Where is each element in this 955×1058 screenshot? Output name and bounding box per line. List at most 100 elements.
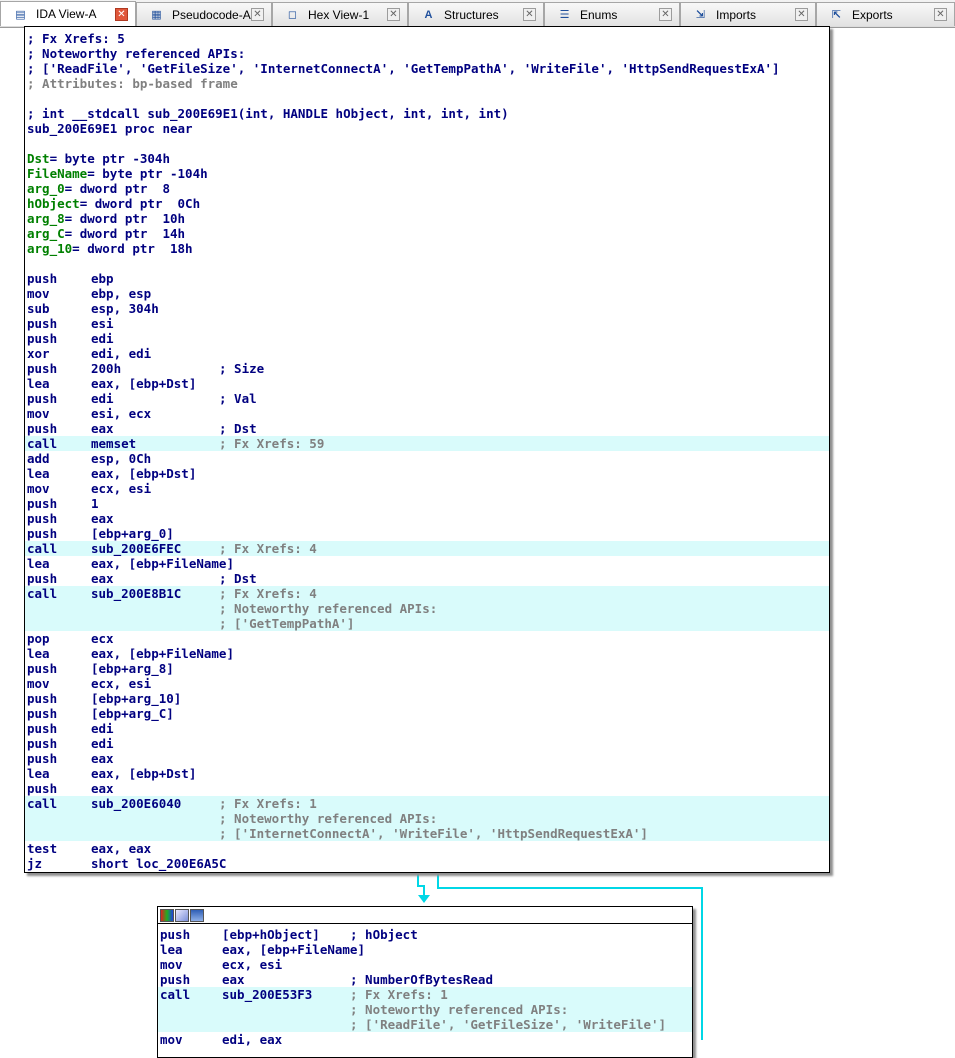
instruction-row[interactable]: sub esp, 304h <box>25 301 829 316</box>
tab-imports[interactable]: ⇲ Imports ✕ <box>680 2 816 26</box>
instruction-row[interactable]: push edi <box>25 721 829 736</box>
instruction-row[interactable]: push edi <box>25 331 829 346</box>
instruction-row[interactable]: push 1 <box>25 496 829 511</box>
instruction-row[interactable]: push eax ; NumberOfBytesRead <box>158 972 692 987</box>
tab-enums[interactable]: ☰ Enums ✕ <box>544 2 680 26</box>
instruction-row[interactable]: ; ['GetTempPathA'] <box>25 616 829 631</box>
operands: eax <box>91 781 114 796</box>
tab-ida-view-a[interactable]: ▤ IDA View-A ✕ <box>0 1 136 26</box>
graph-node-sub-200e69e1[interactable]: ; Fx Xrefs: 5; Noteworthy referenced API… <box>24 26 830 873</box>
operands: ecx <box>91 631 114 646</box>
operands: eax, eax <box>91 841 152 856</box>
tab-structures[interactable]: A Structures ✕ <box>408 2 544 26</box>
mnemonic: push <box>27 706 58 721</box>
instruction-row[interactable]: lea eax, [ebp+Dst] <box>25 376 829 391</box>
mnemonic: xor <box>27 346 50 361</box>
instruction-row[interactable]: push [ebp+arg_C] <box>25 706 829 721</box>
instruction-row[interactable]: ; Noteworthy referenced APIs: <box>25 601 829 616</box>
mnemonic: push <box>27 421 58 436</box>
mnemonic: lea <box>27 766 50 781</box>
operands: esp, 0Ch <box>91 451 152 466</box>
instruction-row[interactable]: ; Noteworthy referenced APIs: <box>158 1002 692 1017</box>
color-palette-icon[interactable] <box>160 908 174 922</box>
instruction-row[interactable]: call sub_200E53F3 ; Fx Xrefs: 1 <box>158 987 692 1002</box>
instruction-row[interactable]: lea eax, [ebp+Dst] <box>25 766 829 781</box>
instruction-row[interactable]: lea eax, [ebp+Dst] <box>25 466 829 481</box>
instruction-row[interactable]: mov ecx, esi <box>158 957 692 972</box>
instruction-row[interactable]: push eax <box>25 751 829 766</box>
tab-label: IDA View-A <box>36 7 97 21</box>
operands: esp, 304h <box>91 301 159 316</box>
mnemonic: push <box>160 972 191 987</box>
instruction-row[interactable]: push esi <box>25 316 829 331</box>
instruction-row[interactable]: mov esi, ecx <box>25 406 829 421</box>
graph-node-next-block[interactable]: push [ebp+hObject] ; hObject lea eax, [ebp+F… <box>157 906 693 1058</box>
graph-view-icon[interactable] <box>190 908 204 922</box>
instruction-row[interactable]: push edi <box>25 736 829 751</box>
instruction-row[interactable]: push eax <box>25 781 829 796</box>
mnemonic: call <box>27 586 58 601</box>
operands: ecx, esi <box>91 676 152 691</box>
operands: [ebp+arg_C] <box>91 706 174 721</box>
mnemonic: call <box>27 796 58 811</box>
stack-var-def: = dword ptr 14h <box>64 226 186 241</box>
operands: sub_200E6040 <box>91 796 182 811</box>
instruction-row[interactable]: mov ebp, esp <box>25 286 829 301</box>
instruction-row[interactable]: push [ebp+arg_10] <box>25 691 829 706</box>
instruction-row[interactable]: mov ecx, esi <box>25 481 829 496</box>
instruction-row[interactable]: test eax, eax <box>25 841 829 856</box>
instruction-row[interactable]: ; ['InternetConnectA', 'WriteFile', 'Htt… <box>25 826 829 841</box>
mnemonic: push <box>27 661 58 676</box>
instruction-row[interactable]: push [ebp+arg_8] <box>25 661 829 676</box>
graph-edge-true <box>437 887 703 889</box>
instruction-row[interactable]: call sub_200E6FEC ; Fx Xrefs: 4 <box>25 541 829 556</box>
instruction-row[interactable]: jz short loc_200E6A5C <box>25 856 829 871</box>
mnemonic: push <box>160 927 191 942</box>
mnemonic: push <box>27 391 58 406</box>
instruction-row[interactable]: push [ebp+arg_0] <box>25 526 829 541</box>
close-icon[interactable]: ✕ <box>659 8 672 21</box>
close-icon[interactable]: ✕ <box>251 8 264 21</box>
instruction-row[interactable]: call sub_200E6040 ; Fx Xrefs: 1 <box>25 796 829 811</box>
comment: ; Noteworthy referenced APIs: <box>219 601 438 616</box>
operands: eax, [ebp+FileName] <box>91 646 234 661</box>
instruction-row[interactable]: push 200h ; Size <box>25 361 829 376</box>
comment: ; Fx Xrefs: 4 <box>219 541 317 556</box>
operands: ecx, esi <box>91 481 152 496</box>
close-icon[interactable]: ✕ <box>795 8 808 21</box>
instruction-row[interactable]: lea eax, [ebp+FileName] <box>25 646 829 661</box>
instruction-row[interactable]: push eax <box>25 511 829 526</box>
instruction-row[interactable]: push eax ; Dst <box>25 421 829 436</box>
mnemonic: push <box>27 511 58 526</box>
operands: edi, edi <box>91 346 152 361</box>
instruction-row[interactable]: lea eax, [ebp+FileName] <box>25 556 829 571</box>
instruction-row[interactable]: mov ecx, esi <box>25 676 829 691</box>
edit-icon[interactable] <box>175 908 189 922</box>
instruction-row[interactable]: xor edi, edi <box>25 346 829 361</box>
instruction-row[interactable]: push ebp <box>25 271 829 286</box>
instruction-row[interactable]: push edi ; Val <box>25 391 829 406</box>
tab-pseudocode-a[interactable]: ▦ Pseudocode-A ✕ <box>136 2 272 26</box>
instruction-row[interactable]: ; ['ReadFile', 'GetFileSize', 'WriteFile… <box>158 1017 692 1032</box>
instruction-row[interactable]: add esp, 0Ch <box>25 451 829 466</box>
close-icon[interactable]: ✕ <box>387 8 400 21</box>
operands: sub_200E53F3 <box>222 987 313 1002</box>
instruction-row[interactable]: call memset ; Fx Xrefs: 59 <box>25 436 829 451</box>
close-icon[interactable]: ✕ <box>934 8 947 21</box>
tab-exports[interactable]: ⇱ Exports ✕ <box>816 2 955 26</box>
comment: ; Fx Xrefs: 59 <box>219 436 325 451</box>
instruction-row[interactable]: push eax ; Dst <box>25 571 829 586</box>
tab-hex-view-1[interactable]: ◻ Hex View-1 ✕ <box>272 2 408 26</box>
instruction-row[interactable]: pop ecx <box>25 631 829 646</box>
close-icon[interactable]: ✕ <box>523 8 536 21</box>
instruction-row[interactable]: lea eax, [ebp+FileName] <box>158 942 692 957</box>
tab-label: Structures <box>444 7 499 22</box>
instruction-row[interactable]: call sub_200E8B1C ; Fx Xrefs: 4 <box>25 586 829 601</box>
close-icon[interactable]: ✕ <box>115 7 128 21</box>
hex-view-icon: ◻ <box>287 9 298 21</box>
mnemonic: test <box>27 841 58 856</box>
instruction-row[interactable]: ; Noteworthy referenced APIs: <box>25 811 829 826</box>
operands: short loc_200E6A5C <box>91 856 227 871</box>
operands: [ebp+arg_0] <box>91 526 174 541</box>
instruction-row[interactable]: push [ebp+hObject] ; hObject <box>158 927 692 942</box>
